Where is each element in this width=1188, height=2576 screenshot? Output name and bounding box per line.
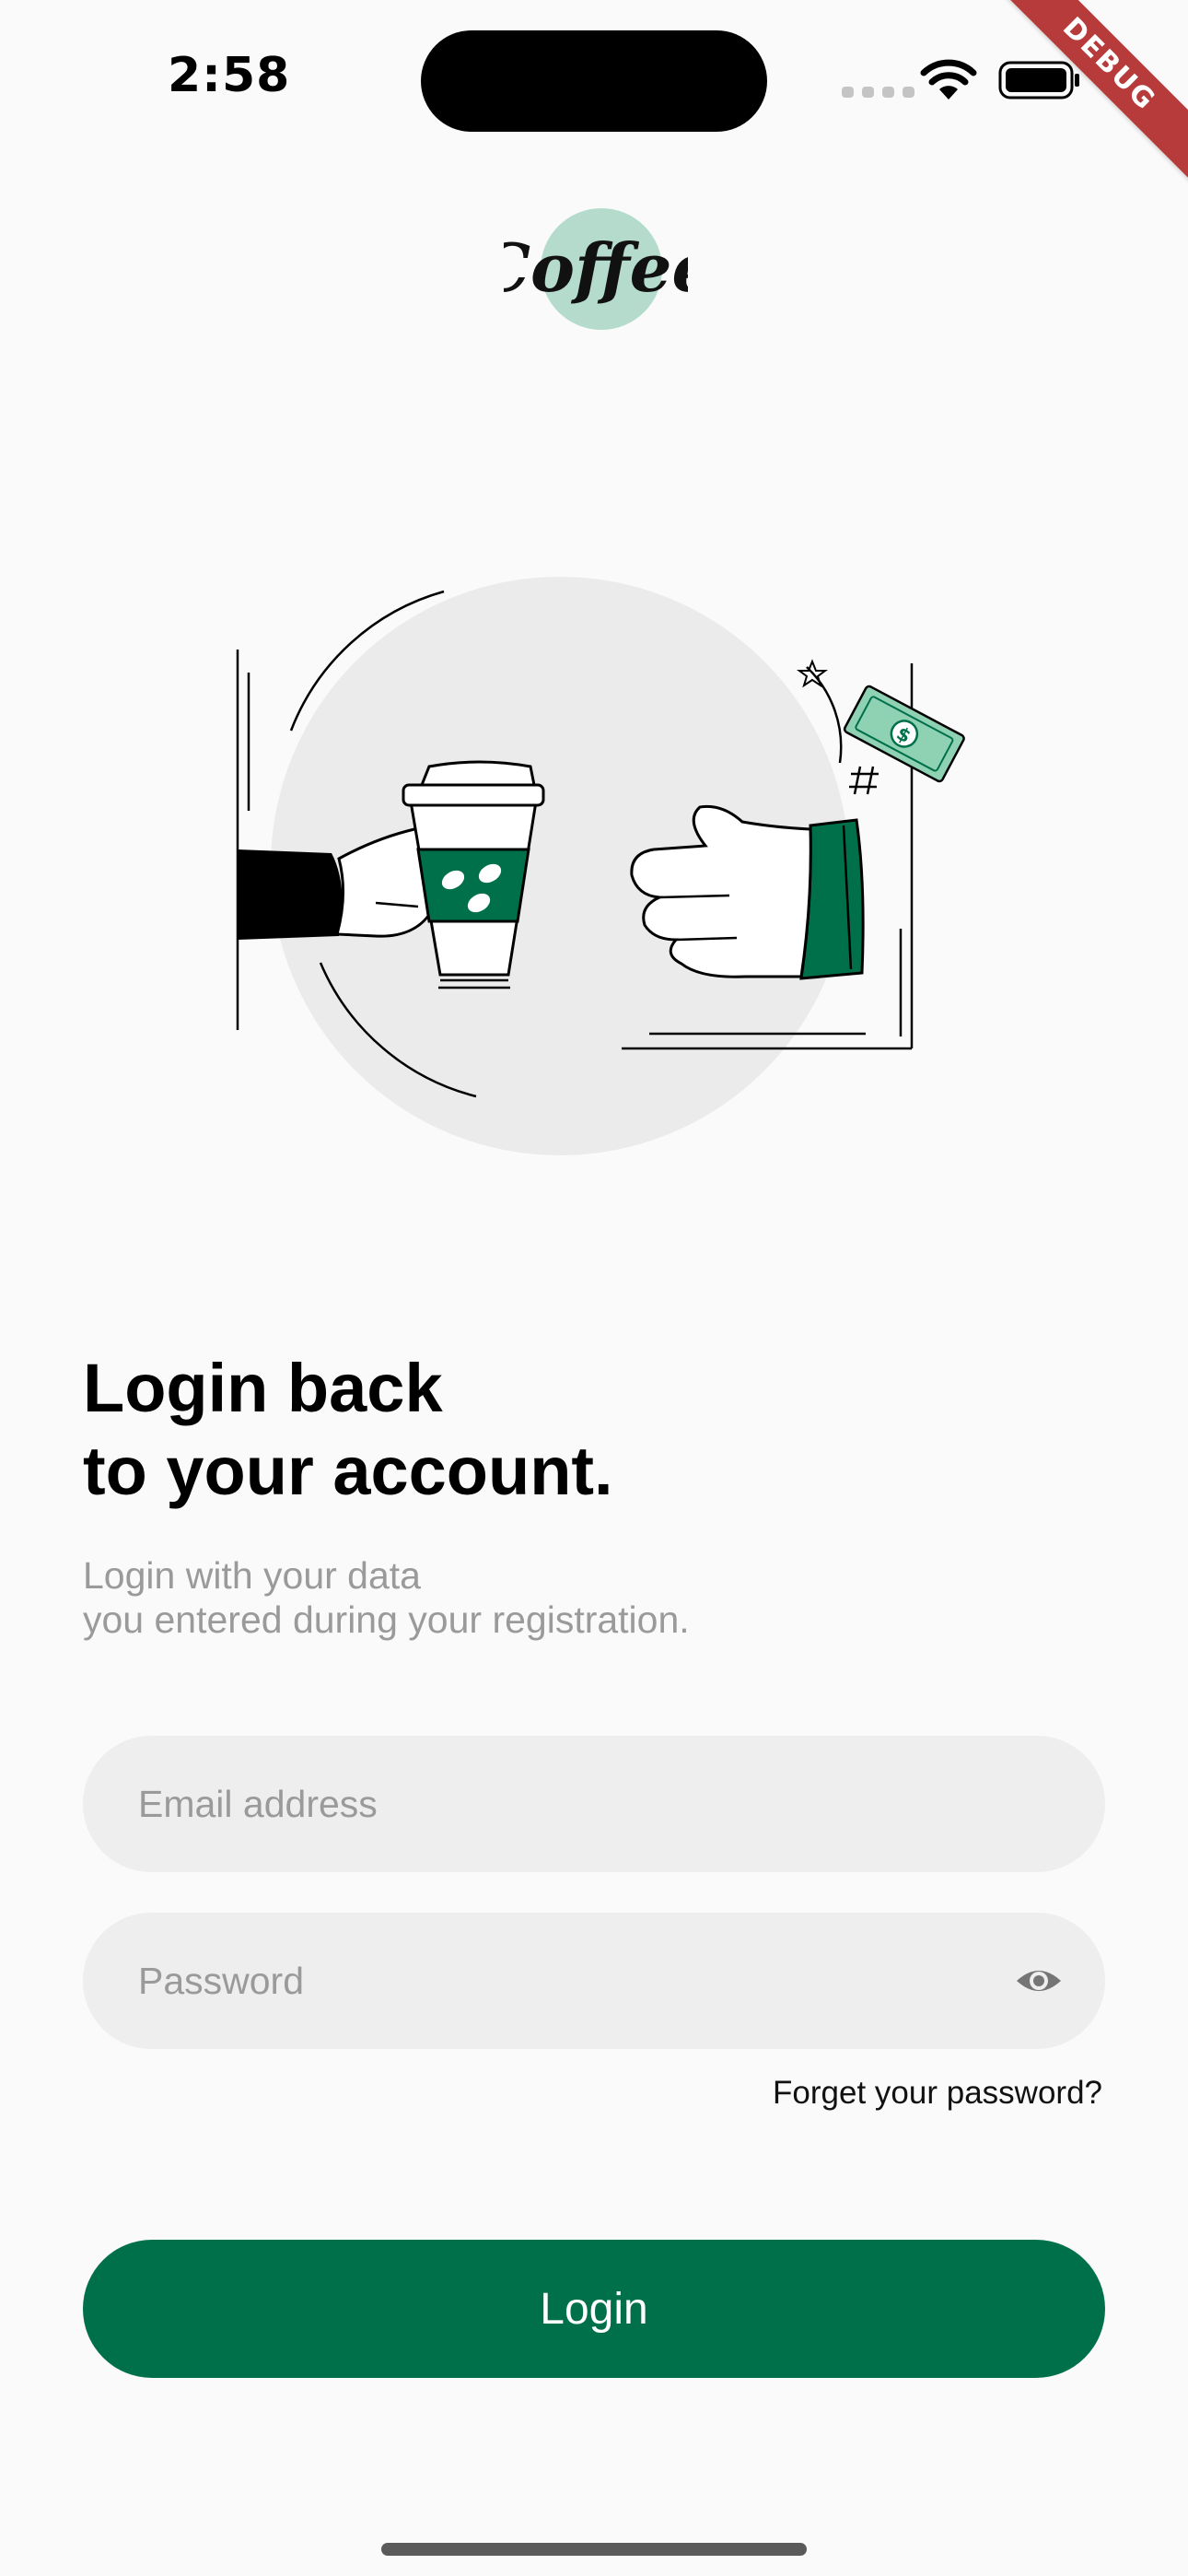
page-subtitle-line2: you entered during your registration. [83, 1598, 690, 1641]
page-title: Login back to your account. [83, 1347, 613, 1513]
login-button[interactable]: Login [83, 2240, 1105, 2378]
password-field[interactable] [83, 1913, 1105, 2049]
coffee-exchange-illustration: $ [236, 577, 965, 1155]
cellular-signal-icon [842, 87, 914, 98]
battery-icon [998, 61, 1079, 100]
email-field[interactable] [83, 1736, 1105, 1872]
dynamic-island [421, 30, 767, 132]
page-title-line1: Login back [83, 1350, 443, 1426]
page-subtitle: Login with your data you entered during … [83, 1553, 690, 1642]
wifi-icon [920, 59, 977, 100]
forgot-password-link[interactable]: Forget your password? [773, 2075, 1102, 2112]
status-time: 2:58 [168, 48, 291, 103]
home-indicator[interactable] [381, 2543, 807, 2556]
logo-text: Coffee [504, 228, 688, 307]
page-subtitle-line1: Login with your data [83, 1554, 421, 1597]
coffee-logo: Coffee [504, 208, 688, 330]
eye-icon[interactable] [1015, 1959, 1063, 2003]
password-input[interactable] [138, 1913, 1004, 2049]
email-input[interactable] [138, 1736, 1004, 1872]
page-title-line2: to your account. [83, 1433, 613, 1509]
